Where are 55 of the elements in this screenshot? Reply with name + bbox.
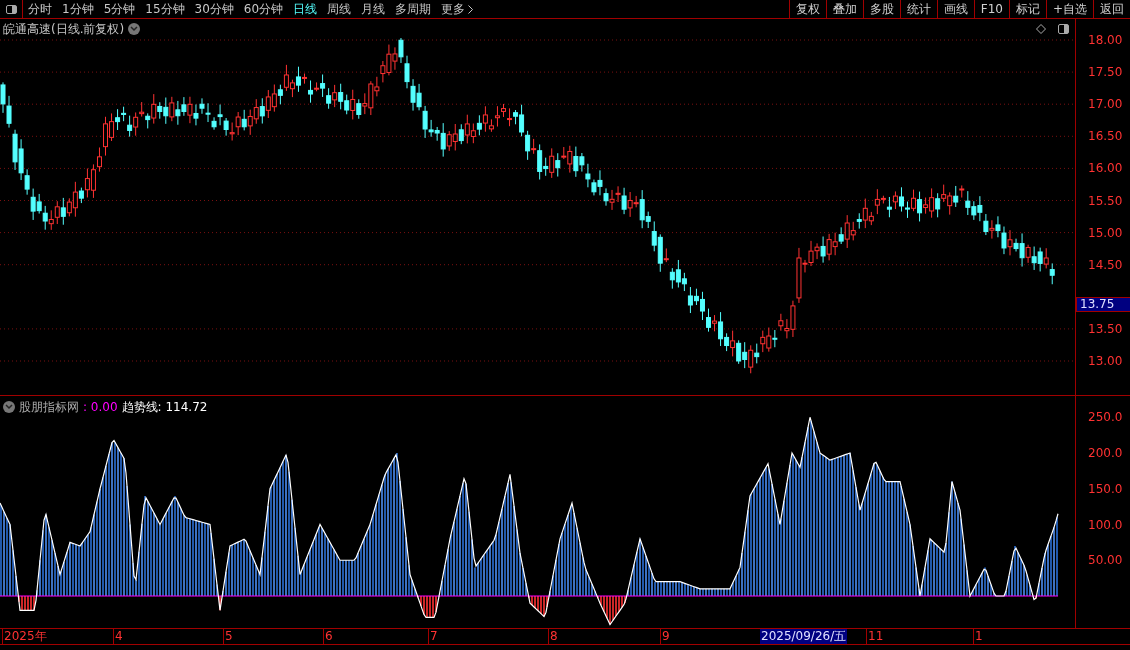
- toolbar-button[interactable]: 标记: [1008, 0, 1046, 18]
- period-tab[interactable]: 30分钟: [194, 3, 234, 15]
- price-axis-label: 13.50: [1088, 322, 1123, 335]
- panel-toggle-icon[interactable]: [1058, 23, 1069, 34]
- period-tab[interactable]: 分时: [28, 3, 52, 15]
- price-axis-label: 17.50: [1088, 66, 1123, 79]
- indicator-name: 股朋指标网: [19, 399, 79, 416]
- indicator-value: 趋势线: 114.72: [121, 399, 208, 416]
- period-tab[interactable]: 5分钟: [103, 3, 136, 15]
- cursor-price-label: 13.75: [1076, 297, 1130, 312]
- date-axis-label: 7: [428, 629, 438, 644]
- period-tab[interactable]: 1分钟: [62, 3, 94, 15]
- date-axis-label: 5: [223, 629, 233, 644]
- indicator-axis-label: 250.0: [1088, 411, 1123, 424]
- chevron-right-icon: [468, 5, 474, 14]
- indicator-axis-label: 200.0: [1088, 447, 1123, 459]
- toolbar-button[interactable]: 返回: [1093, 0, 1130, 18]
- toolbar-button[interactable]: 统计: [899, 0, 937, 18]
- price-axis-label: 16.00: [1088, 162, 1123, 175]
- price-axis-label: 16.50: [1088, 130, 1123, 143]
- chevron-down-icon[interactable]: [128, 22, 141, 35]
- price-axis-label: 13.00: [1088, 355, 1123, 367]
- toolbar-button[interactable]: 画线: [936, 0, 974, 18]
- indicator-axis-label: 100.0: [1088, 518, 1123, 531]
- date-axis-label: 4: [113, 629, 123, 644]
- chevron-down-icon[interactable]: [3, 401, 15, 413]
- toolbar-button[interactable]: +自选: [1045, 0, 1093, 18]
- price-axis-label: 15.00: [1088, 226, 1123, 239]
- period-tab[interactable]: 周线: [327, 3, 352, 15]
- price-axis-label: 18.00: [1088, 34, 1123, 46]
- cursor-date-label: 2025/09/26/五: [760, 629, 848, 644]
- toolbar-button[interactable]: F10: [973, 0, 1009, 18]
- toolbar-button[interactable]: 叠加: [825, 0, 863, 18]
- period-tab[interactable]: 多周期: [395, 3, 432, 15]
- date-axis-label: 1: [973, 629, 983, 644]
- date-axis-label: 8: [548, 629, 558, 644]
- period-tab[interactable]: 60分钟: [243, 3, 284, 15]
- period-tab[interactable]: 月线: [361, 3, 386, 15]
- indicator-value: : 0.00: [83, 399, 118, 416]
- price-axis-label: 17.00: [1088, 98, 1123, 111]
- toolbar-button[interactable]: 多股: [862, 0, 900, 18]
- date-axis-label: 2025年: [2, 629, 47, 644]
- period-tab[interactable]: 15分钟: [145, 3, 185, 15]
- diamond-icon[interactable]: [1036, 23, 1046, 34]
- period-tab[interactable]: 日线: [293, 3, 318, 15]
- price-axis-label: 15.50: [1088, 194, 1123, 207]
- date-axis-label: 9: [660, 629, 670, 644]
- period-tab[interactable]: 更多: [441, 3, 474, 15]
- date-axis-label: 11: [866, 629, 884, 644]
- indicator-axis-label: 150.0: [1088, 482, 1123, 495]
- indicator-axis-label: 50.00: [1088, 554, 1123, 567]
- price-axis-label: 14.50: [1088, 258, 1123, 271]
- date-axis-label: 6: [323, 629, 333, 644]
- toolbar-button[interactable]: 复权: [788, 0, 826, 18]
- chart-title: 皖通高速(日线.前复权): [3, 20, 125, 38]
